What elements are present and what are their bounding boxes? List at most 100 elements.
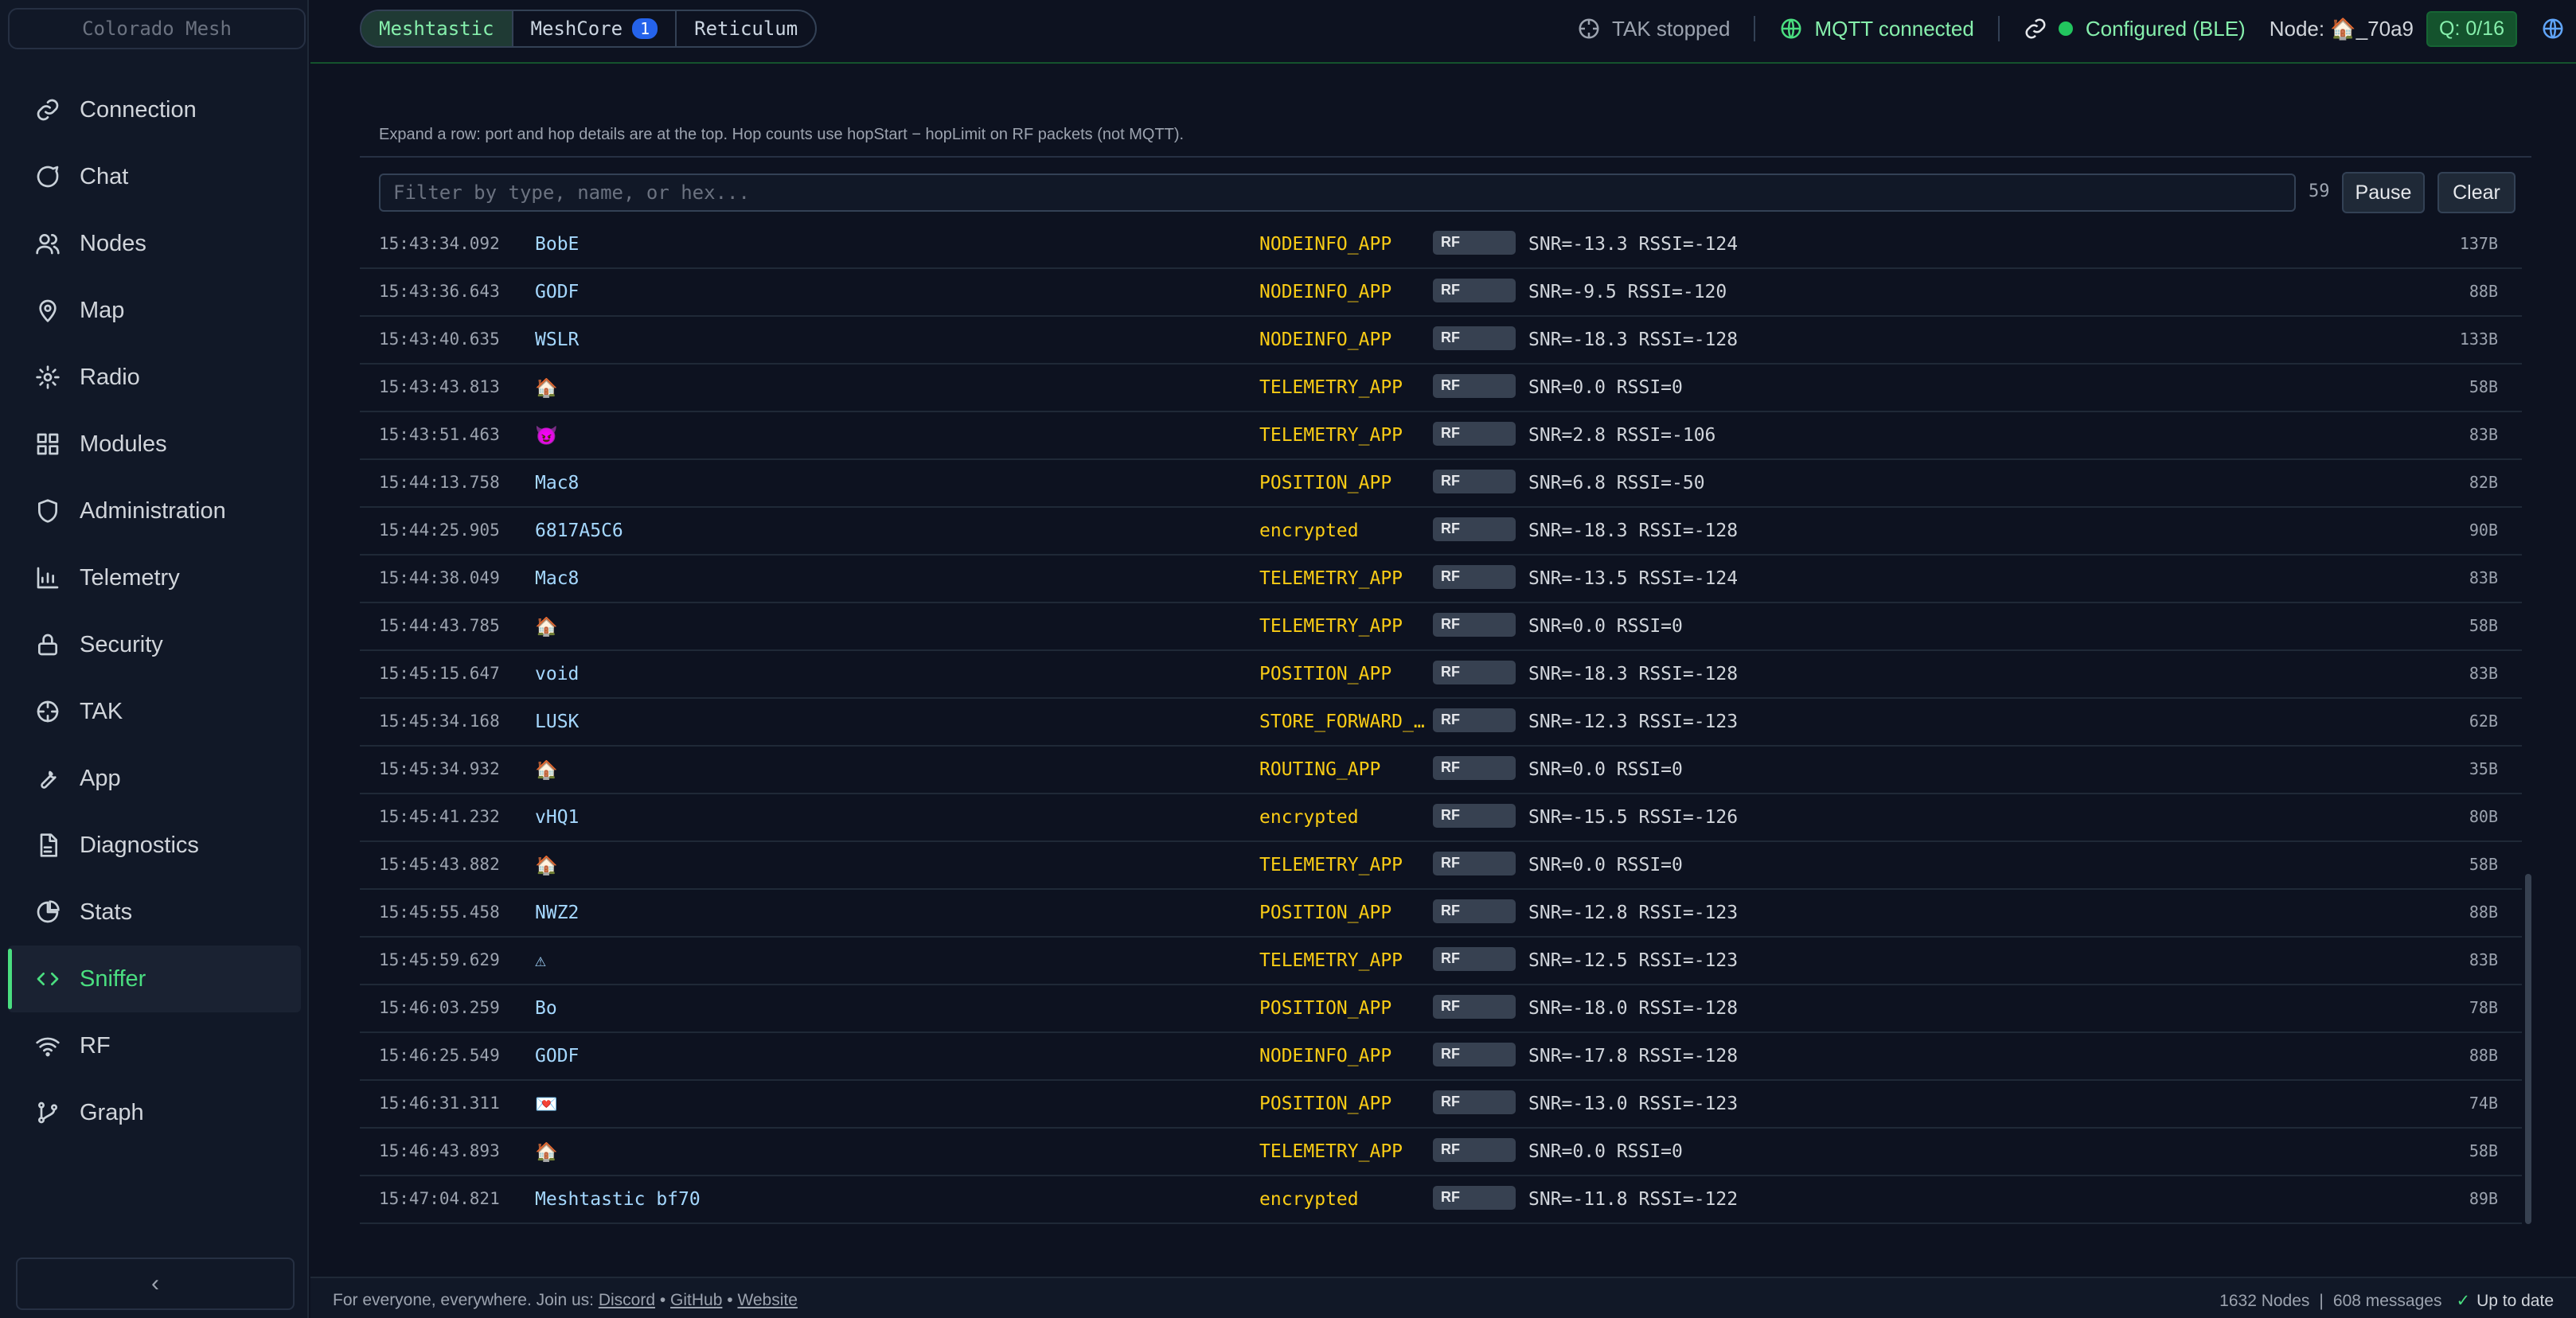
packet-signal: SNR=2.8 RSSI=-106 — [1528, 425, 1716, 446]
tab-meshcore[interactable]: MeshCore 1 — [513, 11, 677, 46]
packet-row[interactable]: 15:45:43.882 🏠 TELEMETRY_APP RF SNR=0.0 RSSI… — [360, 842, 2522, 890]
clear-button[interactable]: Clear — [2437, 172, 2516, 213]
document-icon — [40, 833, 57, 857]
sidebar-item-app[interactable]: App — [0, 745, 309, 812]
packet-row[interactable]: 15:46:43.893 🏠 TELEMETRY_APP RF SNR=0.0 RSSI… — [360, 1129, 2522, 1176]
github-link[interactable]: GitHub — [670, 1291, 722, 1309]
sidebar-item-graph[interactable]: Graph — [0, 1079, 309, 1146]
filter-input[interactable] — [379, 174, 2296, 212]
packet-row[interactable]: 15:45:34.168 LUSK STORE_FORWARD_… RF SNR=-12… — [360, 699, 2522, 747]
tab-meshtastic[interactable]: Meshtastic — [361, 11, 513, 46]
tak-status[interactable]: TAK stopped — [1577, 17, 1730, 41]
users-icon — [36, 234, 60, 255]
footer-stats: 1632 Nodes | 608 messages ✓ Up to date — [2219, 1291, 2554, 1311]
sidebar-item-sniffer[interactable]: Sniffer — [8, 946, 301, 1012]
packet-time: 15:44:13.758 — [379, 473, 500, 492]
graph-icon — [38, 1102, 57, 1124]
packet-signal: SNR=-18.3 RSSI=-128 — [1528, 521, 1739, 541]
packet-size: 83B — [2469, 664, 2498, 683]
packet-time: 15:46:03.259 — [379, 998, 500, 1017]
packet-row[interactable]: 15:46:03.259 Bo POSITION_APP RF SNR=-18.0 RS… — [360, 985, 2522, 1033]
packet-row[interactable]: 15:43:40.635 WSLR NODEINFO_APP RF SNR=-18.3 … — [360, 317, 2522, 365]
packet-row[interactable]: 15:46:25.549 GODF NODEINFO_APP RF SNR=-17.8 … — [360, 1033, 2522, 1081]
brand-selector[interactable]: Colorado Mesh — [8, 8, 306, 49]
packet-type: TELEMETRY_APP — [1259, 950, 1403, 971]
packet-type: NODEINFO_APP — [1259, 330, 1392, 350]
transport-badge: RF — [1433, 231, 1516, 255]
packet-row[interactable]: 15:44:25.905 6817A5C6 encrypted RF SNR=-18.3… — [360, 508, 2522, 556]
divider: | — [2319, 1291, 2324, 1310]
packet-row[interactable]: 15:45:15.647 void POSITION_APP RF SNR=-18.3 … — [360, 651, 2522, 699]
packet-time: 15:46:31.311 — [379, 1094, 500, 1113]
packet-time: 15:46:25.549 — [379, 1046, 500, 1065]
sidebar-item-administration[interactable]: Administration — [0, 478, 309, 544]
language-button[interactable] — [2541, 17, 2565, 41]
packet-row[interactable]: 15:44:43.785 🏠 TELEMETRY_APP RF SNR=0.0 RSSI… — [360, 603, 2522, 651]
packet-row[interactable]: 15:45:41.232 vHQ1 encrypted RF SNR=-15.5 RSS… — [360, 794, 2522, 842]
website-link[interactable]: Website — [737, 1291, 797, 1309]
sidebar-item-rf[interactable]: RF — [0, 1012, 309, 1079]
sidebar-item-map[interactable]: Map — [0, 277, 309, 344]
packet-size: 88B — [2469, 1046, 2498, 1065]
sidebar-item-label: Modules — [80, 431, 167, 457]
transport-badge: RF — [1433, 1043, 1516, 1066]
pause-button[interactable]: Pause — [2342, 172, 2425, 213]
collapse-sidebar-button[interactable]: ‹ — [16, 1258, 295, 1310]
packet-row[interactable]: 15:47:04.821 Meshtastic bf70 encrypted RF SN… — [360, 1176, 2522, 1224]
packet-time: 15:45:55.458 — [379, 903, 500, 922]
packet-sender: Meshtastic bf70 — [535, 1189, 701, 1210]
packet-sender: 🏠 — [535, 760, 558, 781]
sidebar-item-label: Stats — [80, 899, 133, 925]
node-count: 1632 Nodes — [2219, 1291, 2310, 1310]
sidebar-item-nodes[interactable]: Nodes — [0, 210, 309, 277]
modules-icon — [37, 433, 59, 455]
transport-badge: RF — [1433, 613, 1516, 637]
tab-reticulum[interactable]: Reticulum — [677, 11, 815, 46]
packet-row[interactable]: 15:43:36.643 GODF NODEINFO_APP RF SNR=-9.5 R… — [360, 269, 2522, 317]
protocol-tabs: Meshtastic MeshCore 1 Reticulum — [360, 10, 818, 48]
packet-row[interactable]: 15:43:43.813 🏠 TELEMETRY_APP RF SNR=0.0 RSSI… — [360, 365, 2522, 412]
sidebar-item-security[interactable]: Security — [0, 611, 309, 678]
transport-badge: RF — [1433, 756, 1516, 780]
packet-row[interactable]: 15:45:55.458 NWZ2 POSITION_APP RF SNR=-12.8 … — [360, 890, 2522, 938]
sidebar-item-stats[interactable]: Stats — [0, 879, 309, 946]
sidebar-item-chat[interactable]: Chat — [0, 143, 309, 210]
packet-size: 83B — [2469, 950, 2498, 969]
packet-row[interactable]: 15:45:59.629 ⚠ TELEMETRY_APP RF SNR=-12.5 RS… — [360, 938, 2522, 985]
packet-time: 15:45:41.232 — [379, 807, 500, 826]
connection-status[interactable]: Configured (BLE) — [2024, 17, 2246, 41]
sidebar-item-label: App — [80, 765, 121, 791]
packet-size: 88B — [2469, 903, 2498, 922]
sidebar-item-tak[interactable]: TAK — [0, 678, 309, 745]
sidebar-item-telemetry[interactable]: Telemetry — [0, 544, 309, 611]
sidebar-item-connection[interactable]: Connection — [0, 76, 309, 143]
packet-type: POSITION_APP — [1259, 903, 1392, 923]
packet-row[interactable]: 15:45:34.932 🏠 ROUTING_APP RF SNR=0.0 RSSI=0… — [360, 747, 2522, 794]
pie-icon — [37, 900, 60, 923]
sidebar-item-label: Map — [80, 297, 125, 323]
crosshair-icon — [1579, 18, 1599, 39]
packet-row[interactable]: 15:44:38.049 Mac8 TELEMETRY_APP RF SNR=-13.5… — [360, 556, 2522, 603]
status-area: TAK stopped MQTT connected Configured (B… — [1577, 0, 2576, 57]
packet-row[interactable]: 15:43:34.092 BobE NODEINFO_APP RF SNR=-13.3 … — [360, 221, 2522, 269]
packet-signal: SNR=-15.5 RSSI=-126 — [1528, 807, 1739, 828]
scrollbar-thumb[interactable] — [2525, 874, 2531, 1224]
queue-badge[interactable]: Q: 0/16 — [2426, 10, 2517, 47]
code-icon — [37, 973, 59, 985]
sidebar-item-modules[interactable]: Modules — [0, 411, 309, 478]
update-status[interactable]: Up to date — [2476, 1292, 2554, 1311]
packet-type: POSITION_APP — [1259, 664, 1392, 684]
packet-row[interactable]: 15:44:13.758 Mac8 POSITION_APP RF SNR=6.8 RS… — [360, 460, 2522, 508]
sidebar-item-radio[interactable]: Radio — [0, 344, 309, 411]
packet-sender: 🏠 — [535, 617, 558, 638]
packet-row[interactable]: 15:43:51.463 😈 TELEMETRY_APP RF SNR=2.8 RSSI… — [360, 412, 2522, 460]
packet-row[interactable]: 15:46:31.311 💌 POSITION_APP RF SNR=-13.0 RSS… — [360, 1081, 2522, 1129]
node-label-text: Node: 🏠_70a9 — [2269, 16, 2414, 41]
sidebar-item-label: Radio — [80, 364, 140, 390]
sidebar-item-diagnostics[interactable]: Diagnostics — [0, 812, 309, 879]
discord-link[interactable]: Discord — [599, 1291, 655, 1309]
mqtt-status[interactable]: MQTT connected — [1779, 17, 1974, 41]
packet-size: 58B — [2469, 1141, 2498, 1160]
packet-time: 15:44:25.905 — [379, 521, 500, 540]
sidebar-item-label: Diagnostics — [80, 832, 199, 858]
